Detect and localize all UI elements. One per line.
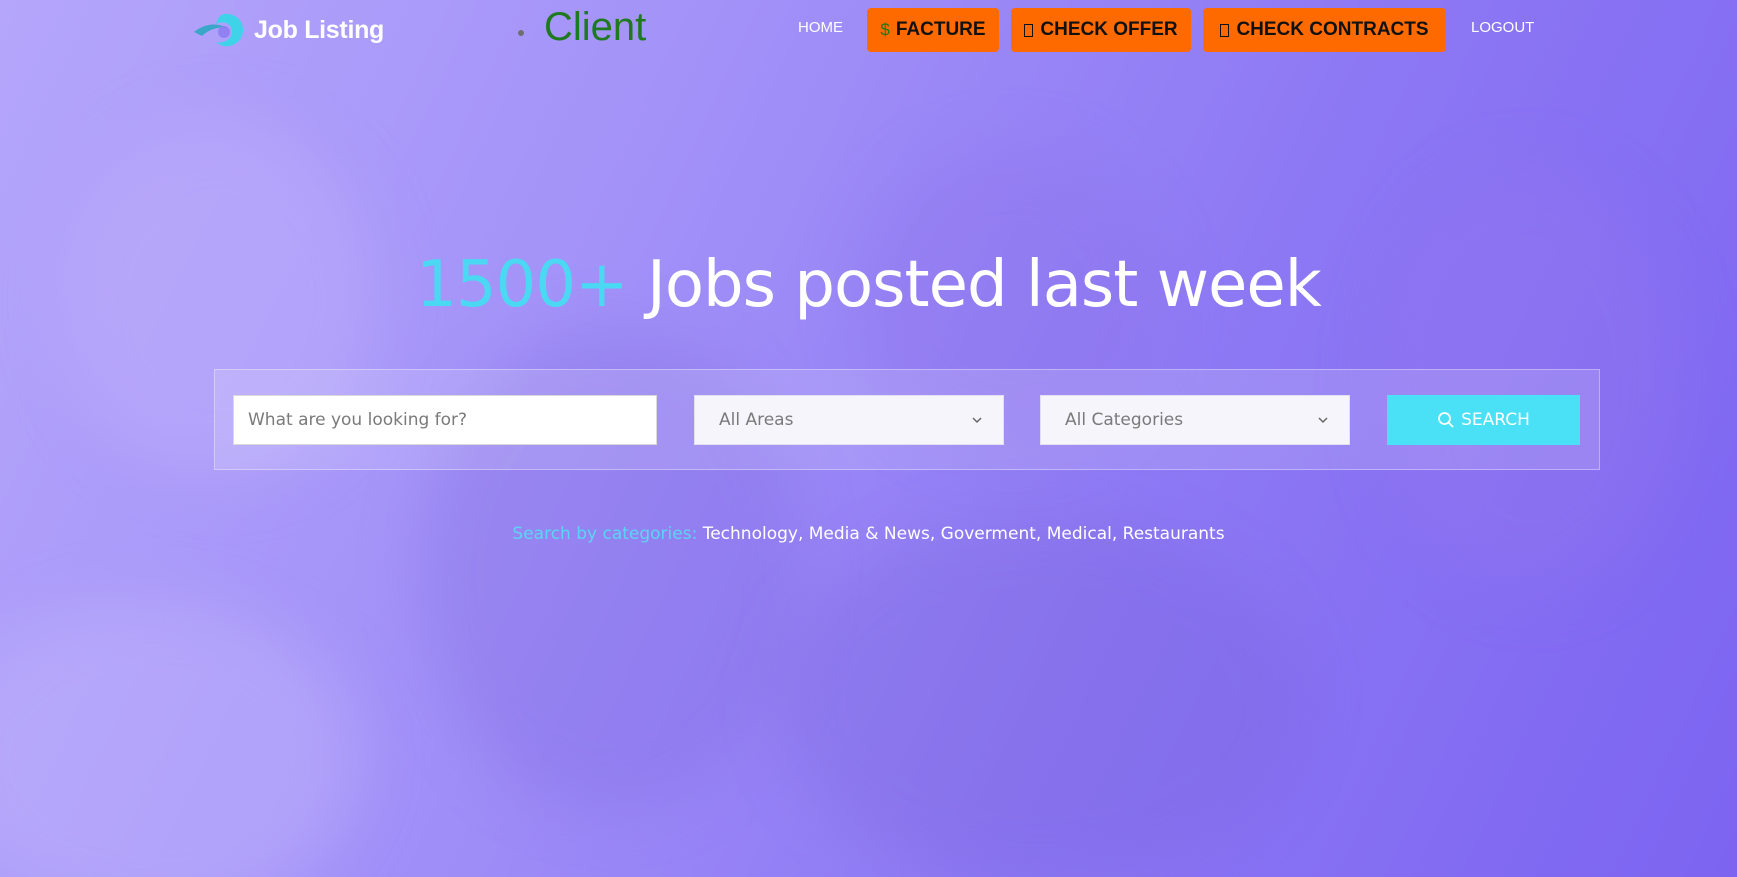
check-contracts-button[interactable]: CHECK CONTRACTS xyxy=(1203,8,1446,52)
check-contracts-label: CHECK CONTRACTS xyxy=(1236,19,1429,40)
dollar-icon: $ xyxy=(880,20,890,39)
check-offer-label: CHECK OFFER xyxy=(1040,19,1178,40)
user-role: Client xyxy=(518,2,646,52)
categories-select[interactable]: All Categories xyxy=(1040,395,1350,445)
bullet-icon xyxy=(518,30,524,36)
separator: , xyxy=(797,524,809,544)
hero-title-highlight: 1500+ xyxy=(416,248,628,322)
separator: , xyxy=(929,524,941,544)
logo-text: Job Listing xyxy=(254,15,385,44)
categories-label: Search by categories: xyxy=(512,524,703,544)
hero-title: 1500+ Jobs posted last week xyxy=(0,248,1737,322)
category-link-goverment[interactable]: Goverment xyxy=(941,524,1036,544)
categories-select-value: All Categories xyxy=(1065,410,1184,430)
hero-title-rest: Jobs posted last week xyxy=(627,248,1322,322)
role-label: Client xyxy=(544,5,647,49)
search-button-label: SEARCH xyxy=(1461,410,1530,430)
category-link-media-news[interactable]: Media & News xyxy=(809,524,930,544)
page: Job Listing Client HOME $ FACTURE CHECK … xyxy=(0,0,1737,877)
logo-swoosh-icon xyxy=(194,13,244,47)
background-photo-shape xyxy=(780,520,1300,877)
nav-home-link[interactable]: HOME xyxy=(798,19,843,36)
facture-button[interactable]: $ FACTURE xyxy=(867,8,999,52)
separator: , xyxy=(1035,524,1047,544)
site-logo[interactable]: Job Listing xyxy=(194,10,384,50)
nav-logout-link[interactable]: LOGOUT xyxy=(1471,19,1534,36)
facture-label: FACTURE xyxy=(895,19,986,40)
background-photo-shape xyxy=(0,600,360,877)
chevron-down-icon xyxy=(1318,417,1328,424)
separator: , xyxy=(1111,524,1123,544)
category-links: Search by categories: Technology, Media … xyxy=(0,524,1737,544)
check-offer-button[interactable]: CHECK OFFER xyxy=(1011,8,1191,52)
category-link-restaurants[interactable]: Restaurants xyxy=(1123,524,1225,544)
areas-select-value: All Areas xyxy=(719,410,794,430)
missing-glyph-icon xyxy=(1220,23,1230,37)
search-input[interactable] xyxy=(233,395,657,445)
chevron-down-icon xyxy=(972,417,982,424)
search-button[interactable]: SEARCH xyxy=(1387,395,1580,445)
category-link-technology[interactable]: Technology xyxy=(703,524,798,544)
missing-glyph-icon xyxy=(1024,23,1034,37)
areas-select[interactable]: All Areas xyxy=(694,395,1004,445)
search-icon xyxy=(1438,412,1454,428)
category-link-medical[interactable]: Medical xyxy=(1047,524,1112,544)
